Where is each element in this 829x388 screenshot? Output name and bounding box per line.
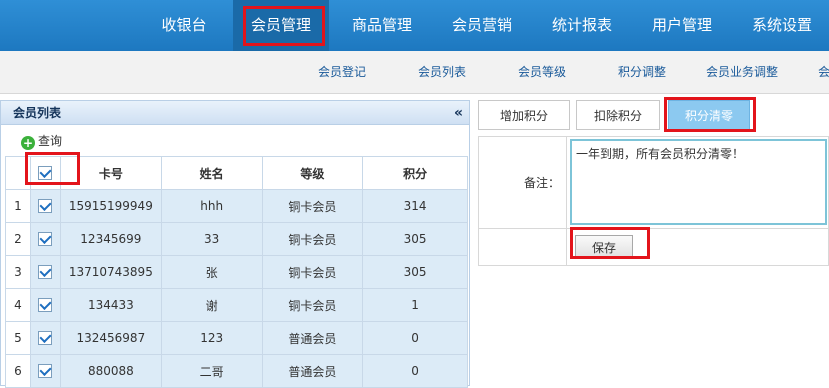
top-nav: 收银台 会员管理 商品管理 会员营销 统计报表 用户管理 系统设置 xyxy=(0,0,829,51)
row-checkbox[interactable] xyxy=(38,331,53,346)
highlight-box-save xyxy=(570,227,650,259)
remark-textarea[interactable]: 一年到期，所有会员积分清零！ xyxy=(570,139,827,225)
table-row[interactable]: 2 12345699 33 铜卡会员 305 xyxy=(5,222,468,256)
tab-deduct-points[interactable]: 扣除积分 xyxy=(576,100,660,130)
cell-name: 张 xyxy=(160,255,263,289)
cell-card: 880088 xyxy=(59,354,162,388)
nav-item-user-management[interactable]: 用户管理 xyxy=(638,0,726,51)
cell-level: 铜卡会员 xyxy=(261,255,364,289)
row-select[interactable] xyxy=(29,255,61,289)
header-level: 等级 xyxy=(261,156,364,190)
query-label: 查询 xyxy=(38,134,63,148)
cell-level: 普通会员 xyxy=(261,321,364,355)
cell-points: 0 xyxy=(362,354,468,388)
highlight-box-nav xyxy=(243,6,325,46)
subnav-member-level[interactable]: 会员等级 xyxy=(518,51,566,94)
subnav-points-adjust[interactable]: 积分调整 xyxy=(618,51,666,94)
nav-item-cashier[interactable]: 收银台 xyxy=(147,0,221,51)
add-circle-icon: + xyxy=(21,136,35,150)
row-select[interactable] xyxy=(29,288,61,322)
row-checkbox[interactable] xyxy=(38,364,53,379)
header-name: 姓名 xyxy=(160,156,263,190)
cell-points: 1 xyxy=(362,288,468,322)
cell-card: 134433 xyxy=(59,288,162,322)
remark-label: 备注： xyxy=(479,137,567,229)
cell-name: 123 xyxy=(160,321,263,355)
nav-item-product-management[interactable]: 商品管理 xyxy=(338,0,426,51)
cell-level: 铜卡会员 xyxy=(261,222,364,256)
row-checkbox[interactable] xyxy=(38,298,53,313)
query-button[interactable]: + 查询 xyxy=(21,131,62,151)
row-number: 3 xyxy=(5,255,31,289)
panel-title: 会员列表 xyxy=(13,106,62,120)
row-select[interactable] xyxy=(29,222,61,256)
subnav-member-list[interactable]: 会员列表 xyxy=(418,51,466,94)
cell-points: 305 xyxy=(362,255,468,289)
table-row[interactable]: 4 134433 谢 铜卡会员 1 xyxy=(5,288,468,322)
member-list-panel: 会员列表 « + 查询 卡号 姓名 等级 积分 1 15915199949 hhh… xyxy=(0,100,470,388)
sub-nav: 会员登记 会员列表 会员等级 积分调整 会员业务调整 会 xyxy=(0,51,829,94)
cell-level: 普通会员 xyxy=(261,354,364,388)
nav-item-statistics[interactable]: 统计报表 xyxy=(538,0,626,51)
row-number: 4 xyxy=(5,288,31,322)
row-select[interactable] xyxy=(29,354,61,388)
row-number: 1 xyxy=(5,189,31,223)
points-tabs: 增加积分 扣除积分 积分清零 xyxy=(478,100,829,130)
nav-item-member-marketing[interactable]: 会员营销 xyxy=(438,0,526,51)
row-checkbox[interactable] xyxy=(38,265,53,280)
cell-points: 314 xyxy=(362,189,468,223)
panel-header: 会员列表 « xyxy=(1,101,469,125)
nav-item-system-settings[interactable]: 系统设置 xyxy=(738,0,826,51)
table-row[interactable]: 6 880088 二哥 普通会员 0 xyxy=(5,354,468,388)
row-select[interactable] xyxy=(29,321,61,355)
row-select[interactable] xyxy=(29,189,61,223)
table-row[interactable]: 5 132456987 123 普通会员 0 xyxy=(5,321,468,355)
row-number: 2 xyxy=(5,222,31,256)
cell-card: 12345699 xyxy=(59,222,162,256)
cell-name: 谢 xyxy=(160,288,263,322)
cell-card: 13710743895 xyxy=(59,255,162,289)
header-points: 积分 xyxy=(362,156,468,190)
cell-name: 33 xyxy=(160,222,263,256)
table-row[interactable]: 3 13710743895 张 铜卡会员 305 xyxy=(5,255,468,289)
cell-name: 二哥 xyxy=(160,354,263,388)
cell-points: 305 xyxy=(362,222,468,256)
action-row: 保存 xyxy=(479,229,828,266)
cell-level: 铜卡会员 xyxy=(261,288,364,322)
cell-points: 0 xyxy=(362,321,468,355)
highlight-box-tab xyxy=(664,97,756,132)
collapse-icon[interactable]: « xyxy=(454,101,463,125)
tab-add-points[interactable]: 增加积分 xyxy=(478,100,570,130)
remark-row: 备注： 一年到期，所有会员积分清零！ xyxy=(479,137,828,229)
member-table: 卡号 姓名 等级 积分 1 15915199949 hhh 铜卡会员 314 2… xyxy=(5,156,468,388)
highlight-box-select-all xyxy=(25,152,80,185)
clear-points-form: 备注： 一年到期，所有会员积分清零！ 保存 xyxy=(478,136,829,266)
cell-level: 铜卡会员 xyxy=(261,189,364,223)
action-label-cell xyxy=(479,229,567,266)
subnav-member-business-adjust[interactable]: 会员业务调整 xyxy=(706,51,778,94)
cell-card: 132456987 xyxy=(59,321,162,355)
subnav-member-register[interactable]: 会员登记 xyxy=(318,51,366,94)
row-number: 6 xyxy=(5,354,31,388)
row-number: 5 xyxy=(5,321,31,355)
cell-name: hhh xyxy=(160,189,263,223)
table-row[interactable]: 1 15915199949 hhh 铜卡会员 314 xyxy=(5,189,468,223)
row-checkbox[interactable] xyxy=(38,199,53,214)
row-checkbox[interactable] xyxy=(38,232,53,247)
subnav-more[interactable]: 会 xyxy=(818,51,829,94)
cell-card: 15915199949 xyxy=(59,189,162,223)
